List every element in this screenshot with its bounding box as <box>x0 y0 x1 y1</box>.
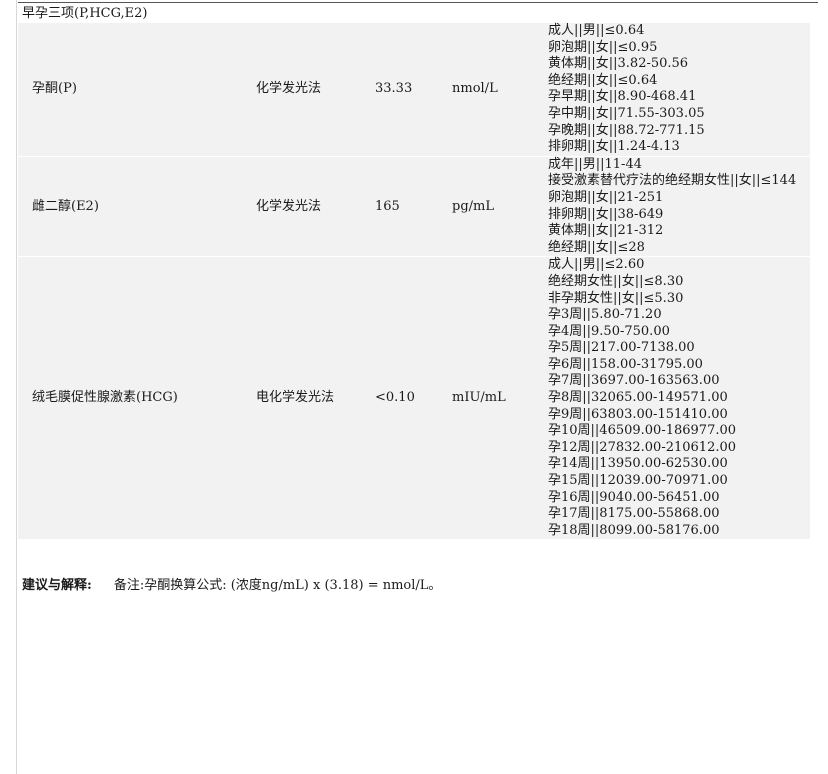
table-row: 绒毛膜促性腺激素(HCG) 电化学发光法 <0.10 mIU/mL 成人||男|… <box>18 257 810 541</box>
section-title: 早孕三项(P,HCG,E2) <box>22 6 148 21</box>
test-name: 绒毛膜促性腺激素(HCG) <box>32 390 178 406</box>
results-table: 孕酮(P) 化学发光法 33.33 nmol/L 成人||男||≤0.64 卵泡… <box>18 23 810 541</box>
reference-line: 绝经期||女||≤0.64 <box>548 72 658 88</box>
advice-label: 建议与解释: <box>22 578 92 593</box>
reference-line: 排卵期||女||1.24-4.13 <box>548 139 680 155</box>
reference-line: 卵泡期||女||21-251 <box>548 189 664 205</box>
reference-line: 黄体期||女||21-312 <box>548 223 664 239</box>
reference-line: 孕4周||9.50-750.00 <box>548 323 670 339</box>
reference-line: 孕晚期||女||88.72-771.15 <box>548 122 705 138</box>
reference-line: 孕早期||女||8.90-468.41 <box>548 89 697 105</box>
test-method: 电化学发光法 <box>256 390 335 406</box>
test-method: 化学发光法 <box>256 81 322 97</box>
reference-line: 绝经期女性||女||≤8.30 <box>548 273 684 289</box>
table-row: 雌二醇(E2) 化学发光法 165 pg/mL 成年||男||11-44 接受激… <box>18 156 810 258</box>
reference-range: 成人||男||≤0.64 卵泡期||女||≤0.95 黄体期||女||3.82-… <box>548 23 810 156</box>
reference-line: 孕7周||3697.00-163563.00 <box>548 373 720 389</box>
reference-line: 成人||男||≤2.60 <box>548 257 645 273</box>
reference-line: 黄体期||女||3.82-50.56 <box>548 56 689 72</box>
reference-line: 孕中期||女||71.55-303.05 <box>548 105 705 121</box>
test-value: 165 <box>375 198 400 214</box>
reference-line: 孕3周||5.80-71.20 <box>548 307 662 323</box>
reference-line: 孕10周||46509.00-186977.00 <box>548 423 737 439</box>
advice-text: 备注:孕酮换算公式: (浓度ng/mL) x (3.18) = nmol/L。 <box>113 578 442 593</box>
test-name: 孕酮(P) <box>32 81 77 97</box>
reference-line: 绝经期||女||≤28 <box>548 239 645 255</box>
test-unit: pg/mL <box>452 198 494 214</box>
test-unit: nmol/L <box>452 81 498 97</box>
reference-line: 孕16周||9040.00-56451.00 <box>548 489 720 505</box>
reference-line: 孕9周||63803.00-151410.00 <box>548 406 728 422</box>
reference-line: 孕17周||8175.00-55868.00 <box>548 506 720 522</box>
test-value: <0.10 <box>375 390 415 406</box>
reference-line: 孕6周||158.00-31795.00 <box>548 356 703 372</box>
test-value: 33.33 <box>375 81 413 97</box>
table-row: 孕酮(P) 化学发光法 33.33 nmol/L 成人||男||≤0.64 卵泡… <box>18 23 810 157</box>
reference-line: 孕12周||27832.00-210612.00 <box>548 439 737 455</box>
reference-line: 非孕期女性||女||≤5.30 <box>548 290 684 306</box>
reference-line: 孕5周||217.00-7138.00 <box>548 340 695 356</box>
advice-section: 建议与解释: 备注:孕酮换算公式: (浓度ng/mL) x (3.18) = nm… <box>22 577 441 595</box>
reference-line: 孕18周||8099.00-58176.00 <box>548 522 720 538</box>
reference-line: 接受激素替代疗法的绝经期女性||女||≤144 <box>548 173 797 189</box>
test-method: 化学发光法 <box>256 198 322 214</box>
reference-line: 孕8周||32065.00-149571.00 <box>548 390 728 406</box>
reference-line: 成人||男||≤0.64 <box>548 23 645 38</box>
reference-line: 卵泡期||女||≤0.95 <box>548 39 658 55</box>
test-unit: mIU/mL <box>452 390 506 406</box>
reference-range: 成年||男||11-44 接受激素替代疗法的绝经期女性||女||≤144 卵泡期… <box>548 157 810 257</box>
reference-line: 孕14周||13950.00-62530.00 <box>548 456 728 472</box>
top-divider <box>18 2 818 3</box>
reference-line: 排卵期||女||38-649 <box>548 206 664 222</box>
reference-range: 成人||男||≤2.60 绝经期女性||女||≤8.30 非孕期女性||女||≤… <box>548 257 810 539</box>
page-left-border <box>16 0 17 774</box>
reference-line: 孕15周||12039.00-70971.00 <box>548 473 728 489</box>
test-name: 雌二醇(E2) <box>32 198 99 214</box>
reference-line: 成年||男||11-44 <box>548 156 642 172</box>
